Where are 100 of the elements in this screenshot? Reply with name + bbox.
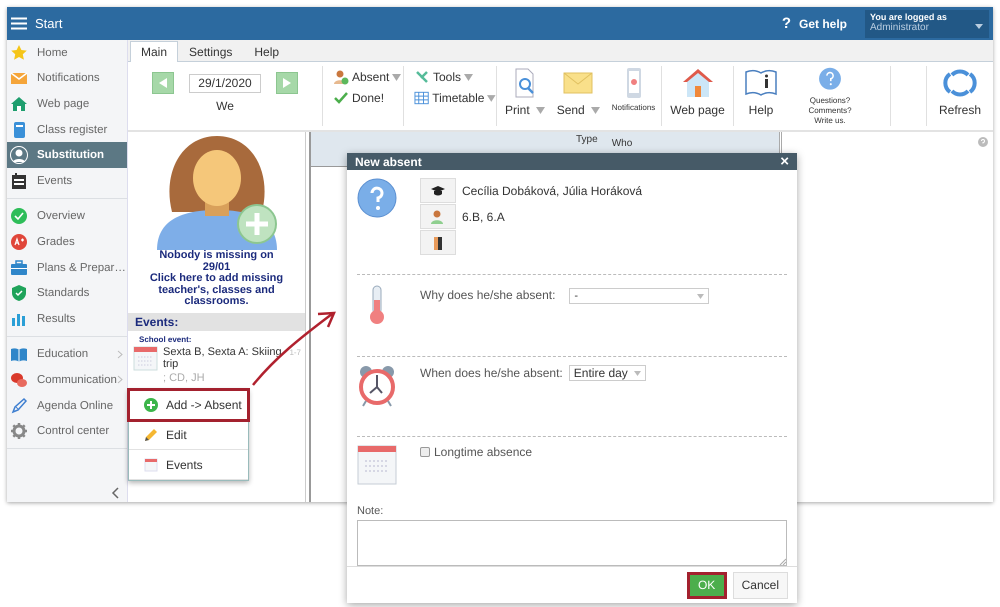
tab[interactable]: Help <box>243 41 290 62</box>
menu-item[interactable]: Add -> Absent <box>129 390 248 420</box>
event-time: 1-7 <box>289 346 302 358</box>
tab[interactable]: Settings <box>178 41 244 62</box>
toolbar-button[interactable]: Help <box>740 66 782 126</box>
chevron-left-icon[interactable] <box>111 487 119 499</box>
toolbar-button[interactable]: Timetable <box>414 90 496 106</box>
gear-icon <box>10 422 28 440</box>
star-icon <box>10 44 28 62</box>
alarm-clock-icon <box>357 365 397 407</box>
sidebar-item[interactable]: Class register <box>7 116 127 142</box>
person-icon <box>430 208 446 224</box>
close-button[interactable]: × <box>780 153 789 170</box>
event-people: ; CD, JH <box>163 372 206 384</box>
checkbox[interactable] <box>420 447 430 457</box>
sidebar-item[interactable]: Plans & Prepar… <box>7 254 127 280</box>
classes-text: 6.B, 6.A <box>462 210 505 224</box>
sidebar-item[interactable]: Events <box>7 168 127 194</box>
toolbar-button[interactable]: Tools <box>414 69 496 85</box>
note-field[interactable] <box>357 520 787 566</box>
avatar-add-drawing[interactable] <box>156 134 276 250</box>
question-circle-icon <box>357 178 397 218</box>
toolbar-button[interactable]: Notifications <box>608 66 660 126</box>
triangle-left-icon <box>159 78 167 88</box>
sidebar-item[interactable]: Control center <box>7 418 127 444</box>
pen-icon <box>10 396 28 415</box>
caret-icon[interactable] <box>590 106 600 114</box>
sidebar-item[interactable]: Substitution <box>7 142 127 168</box>
icon-button[interactable] <box>420 230 456 255</box>
teachers-text: Cecília Dobáková, Júlia Horáková <box>462 184 642 198</box>
date-field[interactable]: 29/1/2020 <box>189 74 261 92</box>
empty-message: Nobody is missing on 29/01 <box>158 250 275 273</box>
toolbar-button[interactable]: Refresh <box>934 66 986 126</box>
dialog-title: New absent <box>355 154 422 168</box>
grade-circle-icon <box>10 232 28 251</box>
toolbar-button[interactable]: Send <box>552 66 604 126</box>
toolbar-button[interactable]: Done! <box>333 90 403 106</box>
calendar-icon <box>133 346 158 370</box>
add-missing-link[interactable]: Click here to add missing teacher's, classes and classrooms. <box>128 273 305 308</box>
sidebar-item[interactable]: Education <box>7 342 127 368</box>
chat-icon <box>10 370 28 389</box>
toolbar-button[interactable]: Print <box>501 66 549 126</box>
thermometer-icon <box>367 285 387 325</box>
menu-item[interactable]: Events <box>129 450 248 480</box>
sidebar-item[interactable]: Communication <box>7 367 127 393</box>
caret-icon[interactable] <box>487 94 496 102</box>
sidebar-item[interactable]: Standards <box>7 280 127 306</box>
person-icon <box>10 146 28 164</box>
resize-handle-icon[interactable] <box>778 557 786 565</box>
toolbar-button[interactable]: Web page <box>666 66 729 126</box>
toolbar-button[interactable]: Questions? Comments? Write us. <box>796 66 864 126</box>
shield-icon <box>10 284 28 302</box>
sidebar-item[interactable]: Grades <box>7 229 127 255</box>
sidebar-item[interactable]: Results <box>7 306 127 332</box>
calendar-icon <box>144 458 158 472</box>
check-circle-icon <box>10 207 28 226</box>
next-button[interactable] <box>276 72 298 94</box>
previous-button[interactable] <box>152 72 174 94</box>
caret-icon[interactable] <box>392 74 402 80</box>
caret-icon[interactable] <box>975 24 983 28</box>
person-add-icon <box>333 69 349 85</box>
house-icon <box>680 67 714 99</box>
sidebar-item[interactable]: Notifications <box>7 66 127 92</box>
sidebar-item[interactable]: Web page <box>7 91 127 117</box>
plus-circle-icon <box>144 398 158 412</box>
when-select[interactable]: Entire day <box>568 365 646 381</box>
event-title[interactable]: Sexta B, Sexta A: Skiing trip <box>163 346 284 370</box>
cancel-button[interactable]: Cancel <box>732 572 788 598</box>
tab[interactable]: Main <box>130 41 178 62</box>
caret-icon[interactable] <box>697 294 704 298</box>
sidebar-item[interactable]: Overview <box>7 204 127 230</box>
pencil-icon <box>144 428 158 442</box>
refresh-icon <box>943 67 977 99</box>
toolbar-button[interactable]: Absent <box>333 69 403 85</box>
calendar-icon <box>357 445 397 485</box>
checkbox-label: Longtime absence <box>434 445 532 459</box>
caret-icon[interactable] <box>536 106 545 114</box>
sidebar-item[interactable]: Home <box>7 40 127 66</box>
tools-icon <box>414 69 430 85</box>
menu-icon[interactable] <box>11 17 27 30</box>
reason-select[interactable]: - <box>569 288 710 304</box>
caret-icon[interactable] <box>634 370 641 376</box>
get-help-link[interactable]: Get help <box>798 16 847 30</box>
field-label: Why does he/she absent: <box>420 287 556 304</box>
note-label: Note: <box>357 505 384 517</box>
app-title: Start <box>35 16 62 31</box>
check-icon <box>333 90 349 106</box>
table-icon <box>414 90 430 106</box>
caret-icon[interactable] <box>464 74 474 80</box>
weekday-label: We <box>216 99 234 113</box>
help-icon[interactable]: ? <box>782 15 791 32</box>
event-type-label: School event: <box>138 334 192 346</box>
icon-button[interactable] <box>420 178 456 203</box>
sidebar-item[interactable]: Agenda Online <box>7 392 127 418</box>
help-icon[interactable] <box>978 137 988 147</box>
briefcase-icon <box>10 258 28 277</box>
field-label: When does he/she absent: <box>420 365 563 382</box>
clipboard-icon <box>10 172 28 190</box>
user-menu[interactable]: You are logged as Administrator <box>865 10 989 38</box>
menu-item[interactable]: Edit <box>129 420 248 450</box>
